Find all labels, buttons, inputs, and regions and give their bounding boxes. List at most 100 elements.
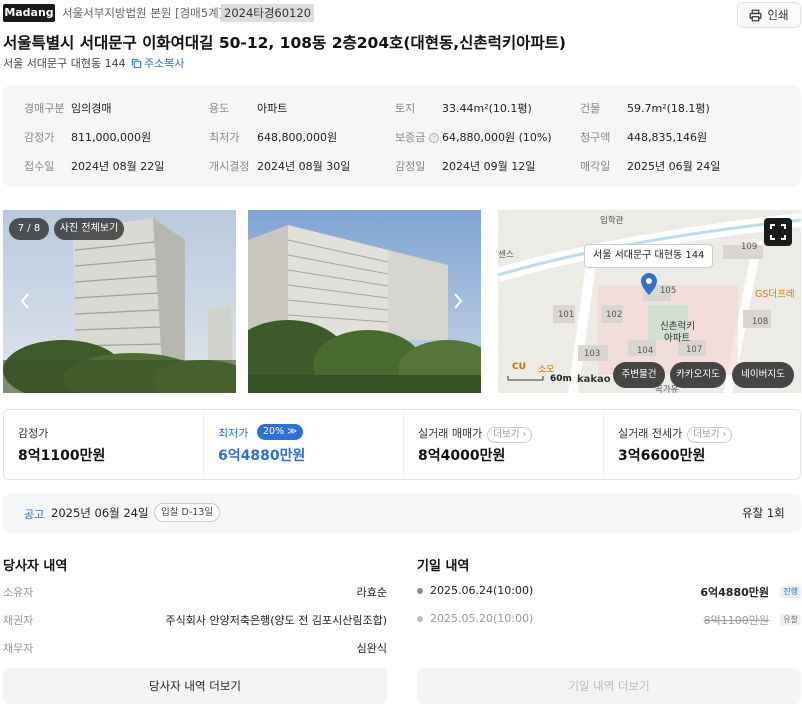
map-label: 103 (584, 349, 601, 359)
info-label: 개시결정 (209, 160, 250, 173)
notice-date: 2025년 06월 24일 (51, 506, 149, 520)
price-label: 실거래 전세가 더보기 › (618, 425, 733, 443)
map-label: GS더프레 (755, 289, 795, 300)
map-label: 아파트 (664, 333, 691, 344)
map-pin-icon (641, 273, 657, 295)
more-label: 더보기 (493, 429, 520, 440)
bullet-icon (417, 588, 423, 594)
info-value: 2024년 08월 30일 (257, 160, 351, 173)
map-scale: 60m (550, 374, 572, 384)
print-button[interactable]: 인쇄 (737, 2, 801, 28)
more-button[interactable]: 더보기 › (687, 427, 733, 443)
party-value: 주식회사 안양저축은행(양도 전 김포시산림조합) (165, 614, 387, 627)
map-label: 입학관 (600, 216, 624, 226)
price-label: 감정가 (18, 427, 49, 440)
parties-title: 당사자 내역 (3, 559, 68, 574)
view-all-photos-button[interactable]: 사진 전체보기 (54, 218, 124, 240)
notice-bar: 공고 2025년 06월 24일 입찰 D-13일 유찰 1회 (3, 494, 801, 533)
history-row: 2025.06.24(10:00) 6억4880만원 진행 (417, 584, 801, 600)
info-label: 최저가 (209, 131, 240, 144)
info-label: 경매구분 (24, 102, 65, 115)
discount-badge: 20% ≫ (257, 424, 304, 440)
property-photo[interactable] (248, 210, 481, 393)
info-label: 매각일 (580, 160, 611, 173)
map-label: CU (512, 362, 526, 372)
party-value: 심완식 (356, 642, 387, 655)
party-label: 소유자 (3, 586, 34, 599)
status-badge: 진행 (780, 586, 801, 598)
fullscreen-button[interactable] (764, 218, 792, 246)
help-icon[interactable]: ? (429, 133, 439, 143)
svg-text:?: ? (432, 135, 436, 143)
location-map[interactable]: 입학관 109 101 102 105 103 104 107 108 신촌럭키… (498, 210, 801, 393)
naver-map-button[interactable]: 네이버지도 (732, 362, 794, 388)
map-label: 101 (558, 310, 575, 320)
nearby-items-button[interactable]: 주변물건 (613, 362, 665, 388)
price-label: 실거래 매매가 더보기 › (418, 425, 533, 443)
price-label-text: 실거래 매매가 (418, 427, 483, 440)
map-label: 102 (606, 310, 623, 320)
info-value: 2024년 09월 12일 (442, 160, 536, 173)
info-value: 64,880,000원 (10%) (442, 131, 552, 144)
page-title: 서울특별시 서대문구 이화여대길 50-12, 108동 2층204호(대현동,… (3, 34, 567, 52)
history-date: 2025.06.24(10:00) (430, 584, 534, 597)
party-label: 채무자 (3, 642, 34, 655)
map-label: 105 (660, 286, 677, 296)
history-date: 2025.05.20(10:00) (430, 612, 534, 625)
parties-more-button[interactable]: 당사자 내역 더보기 (3, 668, 387, 704)
info-label: 접수일 (24, 160, 55, 173)
building-photo-2 (248, 210, 481, 393)
price-cell: 최저가 20% ≫ 6억4880만원 (203, 410, 403, 481)
history-title: 기일 내역 (417, 559, 470, 574)
map-label: 109 (741, 242, 758, 252)
info-value: 33.44m²(10.1평) (442, 102, 532, 115)
property-photo[interactable]: 7 / 8 사진 전체보기 (3, 210, 236, 393)
party-row: 소유자 라효순 (3, 584, 387, 599)
price-value: 6억4880만원 (218, 448, 306, 464)
expand-icon (770, 224, 786, 240)
logo[interactable]: Madang (3, 4, 55, 22)
info-label: 용도 (209, 102, 230, 115)
info-row: 경매구분 임의경매 용도 아파트 토지 33.44m²(10.1평) 건물 59… (3, 100, 801, 120)
party-row: 채무자 심완식 (3, 640, 387, 655)
more-label: 더보기 (693, 429, 720, 440)
info-row: 감정가 811,000,000원 최저가 648,800,000원 보증금 ? … (3, 129, 801, 149)
chevron-left-icon[interactable] (19, 292, 31, 310)
fail-count: 유찰 1회 (742, 506, 785, 520)
price-label: 최저가 (218, 427, 249, 440)
printer-icon (750, 9, 762, 21)
chevron-right-icon[interactable] (452, 292, 464, 310)
party-row: 채권자 주식회사 안양저축은행(양도 전 김포시산림조합) (3, 612, 387, 627)
price-summary: 감정가 8억1100만원 최저가 20% ≫ 6억4880만원 실거래 매매가 더… (3, 409, 801, 481)
info-value: 아파트 (257, 102, 288, 115)
price-value: 3억6600만원 (618, 448, 706, 464)
price-label-text: 실거래 전세가 (618, 427, 683, 440)
more-button[interactable]: 더보기 › (487, 427, 533, 443)
map-label: 108 (752, 317, 769, 327)
info-value: 811,000,000원 (71, 131, 152, 144)
map-address-popup: 서울 서대문구 대현동 144 (584, 244, 714, 268)
info-label: 건물 (580, 102, 601, 115)
price-cell: 감정가 8억1100만원 (4, 410, 203, 481)
history-price: 6억4880만원 (700, 586, 769, 599)
price-cell: 실거래 전세가 더보기 › 3억6600만원 (603, 410, 800, 481)
history-row: 2025.05.20(10:00) 8억1100만원 유찰 (417, 612, 801, 628)
info-value: 2025년 06월 24일 (627, 160, 721, 173)
map-label: 센스 (498, 250, 514, 260)
price-value: 8억4000만원 (418, 448, 506, 464)
party-value: 라효순 (356, 586, 387, 599)
info-row: 접수일 2024년 08월 22일 개시결정 2024년 08월 30일 감정일… (3, 158, 801, 178)
price-value: 8억1100만원 (18, 448, 106, 464)
address-short: 서울 서대문구 대현동 144 (3, 57, 126, 70)
history-more-button[interactable]: 기일 내역 더보기 (417, 668, 801, 704)
history-price: 8억1100만원 (703, 614, 769, 627)
info-value: 임의경매 (71, 102, 112, 115)
discount-badge-text: 20% (263, 426, 285, 437)
copy-address-button[interactable]: 주소복사 (131, 55, 184, 71)
bullet-icon (417, 616, 423, 622)
kakao-map-button[interactable]: 카카오지도 (670, 362, 726, 388)
print-label: 인쇄 (767, 8, 789, 22)
case-number: 2024타경60120 (221, 4, 315, 22)
info-panel: 경매구분 임의경매 용도 아파트 토지 33.44m²(10.1평) 건물 59… (3, 85, 801, 187)
dday-badge: 입찰 D-13일 (154, 503, 221, 522)
